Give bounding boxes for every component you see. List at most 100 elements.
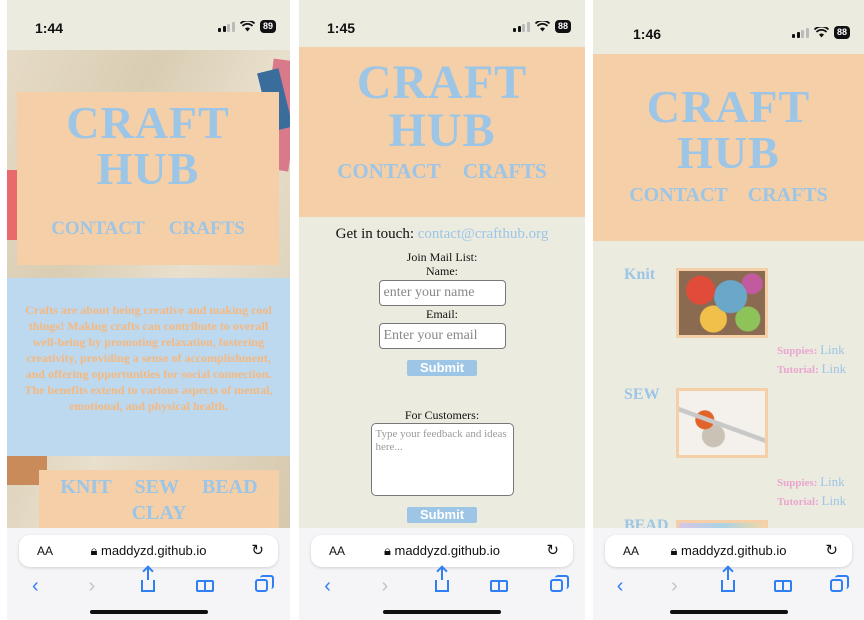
wifi-icon [534,21,550,32]
logo-line-2: HUB [677,127,780,178]
url-text: 🔒︎ maddyzd.github.io [90,543,207,558]
status-icons: 88 [792,26,850,39]
cellular-signal-icon [792,27,809,38]
tutorial-label: Tutorial: [777,364,819,376]
nav-contact-link[interactable]: CONTACT [51,218,145,240]
forward-icon[interactable]: › [660,575,688,598]
sew-supplies-image [676,388,768,458]
site-header: CRAFT HUB CONTACT CRAFTS [17,92,279,265]
status-bar: 1:44 89 [7,0,290,50]
share-icon[interactable] [428,568,456,598]
supplies-label: Suppies: [777,477,818,489]
share-icon[interactable] [134,568,162,598]
logo-line-1: CRAFT [356,56,528,109]
mail-list-submit-button[interactable]: Submit [407,360,477,376]
status-time: 1:44 [35,20,64,36]
bookmarks-icon[interactable] [191,575,219,598]
logo-line-1: CRAFT [66,97,230,148]
site-logo[interactable]: CRAFT HUB [17,100,279,192]
safari-bottom-bar: AA 🔒︎ maddyzd.github.io ↻ ‹ › [593,528,864,620]
name-input[interactable]: enter your name [378,280,506,306]
nav-contact-link[interactable]: CONTACT [337,159,440,184]
knit-tutorial-link[interactable]: Link [822,361,847,376]
contact-email-link[interactable]: contact@crafthub.org [418,226,549,242]
email-label: Email: [426,307,458,321]
reload-icon[interactable]: ↻ [825,541,838,559]
main-nav: CONTACT CRAFTS [593,184,864,207]
site-header: CRAFT HUB CONTACT CRAFTS [299,47,585,217]
email-input[interactable]: Enter your email [378,323,506,349]
category-link-knit[interactable]: KNIT [60,476,111,498]
nav-contact-link[interactable]: CONTACT [629,184,728,207]
url-text: 🔒︎ maddyzd.github.io [383,543,501,558]
knit-links: Suppies: Link Tutorial: Link [777,341,846,379]
logo-line-2: HUB [388,104,496,157]
category-link-sew[interactable]: SEW [135,476,179,498]
back-icon[interactable]: ‹ [21,575,49,598]
get-in-touch-line: Get in touch: contact@crafthub.org [299,226,585,243]
craft-title-knit: Knit [624,266,656,283]
nav-crafts-link[interactable]: CRAFTS [748,184,828,207]
forward-icon[interactable]: › [78,575,106,598]
cellular-signal-icon [218,21,235,32]
knit-yarn-image [676,268,768,338]
sew-supplies-link[interactable]: Link [820,474,845,489]
get-in-touch-label: Get in touch: [335,226,414,242]
browser-toolbar: ‹ › [7,568,290,600]
sew-tutorial-link[interactable]: Link [822,493,847,508]
tutorial-label: Tutorial: [777,496,819,508]
status-bar: 1:46 88 [593,0,864,50]
bookmarks-icon[interactable] [485,575,513,598]
category-link-clay[interactable]: CLAY [132,502,187,524]
status-icons: 88 [513,20,571,33]
battery-icon: 88 [833,26,850,39]
nav-crafts-link[interactable]: CRAFTS [463,159,547,184]
about-text: Crafts are about being creative and maki… [7,278,290,456]
browser-toolbar: ‹ › [593,568,864,600]
background-photo-detail [7,170,17,240]
site-header: CRAFT HUB CONTACT CRAFTS [593,54,864,241]
share-icon[interactable] [714,568,742,598]
home-indicator [89,610,208,614]
tabs-icon[interactable] [823,574,851,598]
phone-screen-crafts: 1:46 88 CRAFT HUB CONTACT CRAFTS Knit Su… [593,0,864,620]
wifi-icon [813,27,829,38]
tabs-icon[interactable] [542,574,570,598]
category-link-bead[interactable]: BEAD [202,476,258,498]
status-time: 1:46 [633,26,662,42]
craft-title-sew: SEW [624,386,660,403]
tabs-icon[interactable] [248,574,276,598]
address-bar[interactable]: AA 🔒︎ maddyzd.github.io ↻ [605,535,852,567]
address-bar[interactable]: AA 🔒︎ maddyzd.github.io ↻ [311,535,573,567]
safari-bottom-bar: AA 🔒︎ maddyzd.github.io ↻ ‹ › [299,528,585,620]
feedback-textarea[interactable]: Type your feedback and ideas here... [370,423,514,496]
name-label: Name: [426,264,458,278]
back-icon[interactable]: ‹ [606,575,634,598]
knit-supplies-link[interactable]: Link [820,342,845,357]
category-links: KNIT SEW BEAD CLAY [39,470,279,530]
home-indicator [669,610,788,614]
address-bar[interactable]: AA 🔒︎ maddyzd.github.io ↻ [19,535,278,567]
reload-icon[interactable]: ↻ [251,541,264,559]
nav-crafts-link[interactable]: CRAFTS [169,218,245,240]
feedback-submit-button[interactable]: Submit [407,507,477,523]
logo-line-1: CRAFT [646,81,811,132]
cellular-signal-icon [513,21,530,32]
site-logo[interactable]: CRAFT HUB [593,84,864,176]
reload-icon[interactable]: ↻ [546,541,559,559]
supplies-label: Suppies: [777,345,818,357]
status-time: 1:45 [327,20,356,36]
back-icon[interactable]: ‹ [314,575,342,598]
bookmarks-icon[interactable] [769,575,797,598]
status-bar: 1:45 88 [299,0,585,50]
wifi-icon [239,21,255,32]
sew-links: Suppies: Link Tutorial: Link [777,473,846,511]
join-mail-list-label: Join Mail List: [406,250,478,264]
main-nav: CONTACT CRAFTS [299,159,585,184]
contact-section: Get in touch: contact@crafthub.org Join … [299,226,585,523]
main-nav: CONTACT CRAFTS [17,218,279,240]
browser-toolbar: ‹ › [299,568,585,600]
for-customers-label: For Customers: [404,408,480,422]
site-logo[interactable]: CRAFT HUB [299,59,585,155]
forward-icon[interactable]: › [371,575,399,598]
